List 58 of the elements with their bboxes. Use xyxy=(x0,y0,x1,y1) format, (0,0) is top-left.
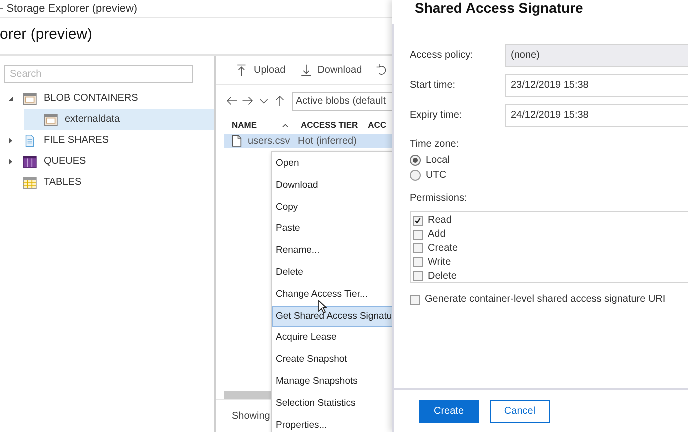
checkbox[interactable] xyxy=(413,216,423,226)
table-cell-text: users.csv xyxy=(248,136,292,146)
checkbox[interactable] xyxy=(413,257,423,268)
option-label: UTC xyxy=(426,170,447,181)
expand-icon[interactable] xyxy=(8,138,14,144)
section-label: Time zone: xyxy=(410,139,460,152)
field-label: Start time: xyxy=(410,80,457,91)
radio-button[interactable] xyxy=(410,155,421,166)
search-field[interactable]: Search xyxy=(4,65,193,83)
queue-icon xyxy=(23,156,37,168)
input-field[interactable]: 23/12/2019 15:38 xyxy=(505,74,688,97)
column-header[interactable]: ACC xyxy=(368,120,387,130)
input-field[interactable]: 24/12/2019 15:38 xyxy=(505,104,688,127)
sort-ascending-icon[interactable] xyxy=(282,122,289,128)
column-header[interactable]: ACCESS TIER xyxy=(301,120,358,130)
status-text: Showing xyxy=(232,410,270,422)
back-icon[interactable] xyxy=(226,95,238,107)
cursor-icon xyxy=(318,300,327,314)
table-icon xyxy=(23,176,37,188)
tree-item[interactable]: externaldata xyxy=(24,109,214,130)
field-label: Access policy: xyxy=(410,50,474,61)
radio-button[interactable] xyxy=(410,170,421,181)
window-title: - Storage Explorer (preview) xyxy=(0,2,138,14)
document-icon xyxy=(23,134,37,146)
checkbox[interactable] xyxy=(413,271,423,282)
field-label: Expiry time: xyxy=(410,110,464,121)
upload-icon xyxy=(236,64,249,76)
toolbar-button[interactable]: Upload xyxy=(236,64,286,76)
checkbox-label: Create xyxy=(428,242,458,254)
collapse-icon[interactable] xyxy=(8,96,14,102)
file-icon xyxy=(232,135,242,147)
checkbox[interactable] xyxy=(413,230,423,240)
forward-icon[interactable] xyxy=(242,95,254,107)
checkbox[interactable] xyxy=(410,294,420,304)
tree-item[interactable]: BLOB CONTAINERS xyxy=(4,88,214,109)
download-icon xyxy=(300,64,313,76)
cancel-button[interactable]: Cancel xyxy=(490,400,550,422)
column-header[interactable]: NAME xyxy=(232,120,272,130)
up-icon[interactable] xyxy=(274,95,286,107)
checkbox-label: Read xyxy=(428,215,452,226)
option-label: Local xyxy=(426,155,450,166)
create-button[interactable]: Create xyxy=(419,400,479,422)
container-icon xyxy=(23,92,37,104)
expand-icon[interactable] xyxy=(8,158,14,164)
checkbox-label: Delete xyxy=(428,270,457,282)
tree-item[interactable]: QUEUES xyxy=(4,151,214,172)
section-label: Permissions: xyxy=(410,193,468,206)
tree-item[interactable]: TABLES xyxy=(4,172,214,193)
toolbar-button[interactable]: Download xyxy=(300,64,362,76)
container-icon xyxy=(44,114,58,126)
table-cell: Hot (inferred) xyxy=(298,136,357,146)
checkbox-label: Add xyxy=(428,229,446,240)
checkbox-label: Write xyxy=(428,256,452,268)
checkbox[interactable] xyxy=(413,243,423,254)
dialog-title: Shared Access Signature xyxy=(415,0,584,16)
checkbox-label: Generate container-level shared access signature URI xyxy=(425,294,666,305)
app-title: orer (preview) xyxy=(0,26,93,42)
tree-item[interactable]: FILE SHARES xyxy=(4,130,214,151)
